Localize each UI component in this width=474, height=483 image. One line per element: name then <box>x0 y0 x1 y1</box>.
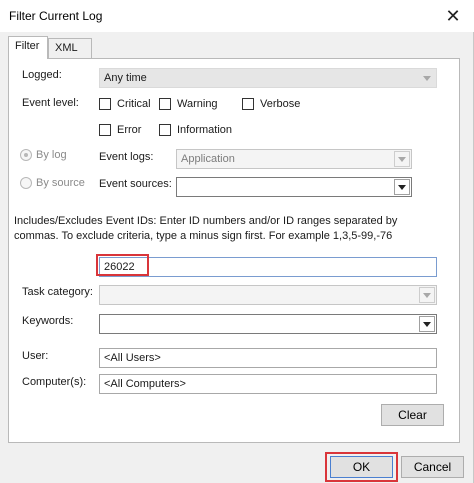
window-title: Filter Current Log <box>9 9 103 23</box>
tab-xml[interactable]: XML <box>48 38 92 58</box>
verbose-checkbox[interactable] <box>242 98 254 110</box>
warning-label: Warning <box>177 98 218 110</box>
computers-label: Computer(s): <box>22 376 87 388</box>
close-icon[interactable]: ✕ <box>441 4 465 28</box>
user-input[interactable]: <All Users> <box>99 348 437 368</box>
error-label: Error <box>117 124 142 136</box>
task-category-dropdown[interactable] <box>99 285 437 305</box>
event-logs-dropdown[interactable]: Application <box>176 149 412 169</box>
clear-button[interactable]: Clear <box>381 404 444 426</box>
computers-input[interactable]: <All Computers> <box>99 374 437 394</box>
verbose-label: Verbose <box>260 98 301 110</box>
event-sources-dropdown[interactable] <box>176 177 412 197</box>
by-log-label: By log <box>36 149 67 161</box>
information-checkbox[interactable] <box>159 124 171 136</box>
task-category-label: Task category: <box>22 286 93 298</box>
chevron-down-icon <box>419 287 435 303</box>
event-logs-value: Application <box>181 153 235 165</box>
event-id-highlight <box>96 254 149 276</box>
by-source-label: By source <box>36 177 85 189</box>
chevron-down-icon <box>394 151 410 167</box>
chevron-down-icon <box>419 316 435 332</box>
user-label: User: <box>22 350 49 362</box>
filter-dialog: Filter Current Log ✕ Filter XML Logged: … <box>0 0 474 483</box>
computers-value: <All Computers> <box>104 378 186 390</box>
event-ids-input[interactable]: 26022 <box>99 257 437 277</box>
by-log-radio[interactable] <box>20 149 32 161</box>
critical-checkbox[interactable] <box>99 98 111 110</box>
information-label: Information <box>177 124 233 136</box>
user-value: <All Users> <box>104 352 161 364</box>
event-sources-label: Event sources: <box>99 178 172 190</box>
cancel-button[interactable]: Cancel <box>401 456 464 478</box>
chevron-down-icon <box>394 179 410 195</box>
logged-dropdown[interactable]: Any time <box>99 68 437 88</box>
event-ids-description: Includes/Excludes Event IDs: Enter ID nu… <box>14 215 398 242</box>
ok-button-highlight <box>325 452 398 482</box>
error-checkbox[interactable] <box>99 124 111 136</box>
event-logs-label: Event logs: <box>99 151 154 163</box>
event-level-label: Event level: <box>22 97 79 109</box>
critical-label: Critical <box>117 98 151 110</box>
chevron-down-icon <box>419 70 435 86</box>
tab-filter[interactable]: Filter <box>8 36 48 59</box>
keywords-label: Keywords: <box>22 315 74 327</box>
by-source-radio[interactable] <box>20 177 32 189</box>
title-bar: Filter Current Log ✕ <box>0 0 474 32</box>
warning-checkbox[interactable] <box>159 98 171 110</box>
logged-label: Logged: <box>22 69 62 81</box>
logged-value: Any time <box>104 72 147 84</box>
keywords-dropdown[interactable] <box>99 314 437 334</box>
